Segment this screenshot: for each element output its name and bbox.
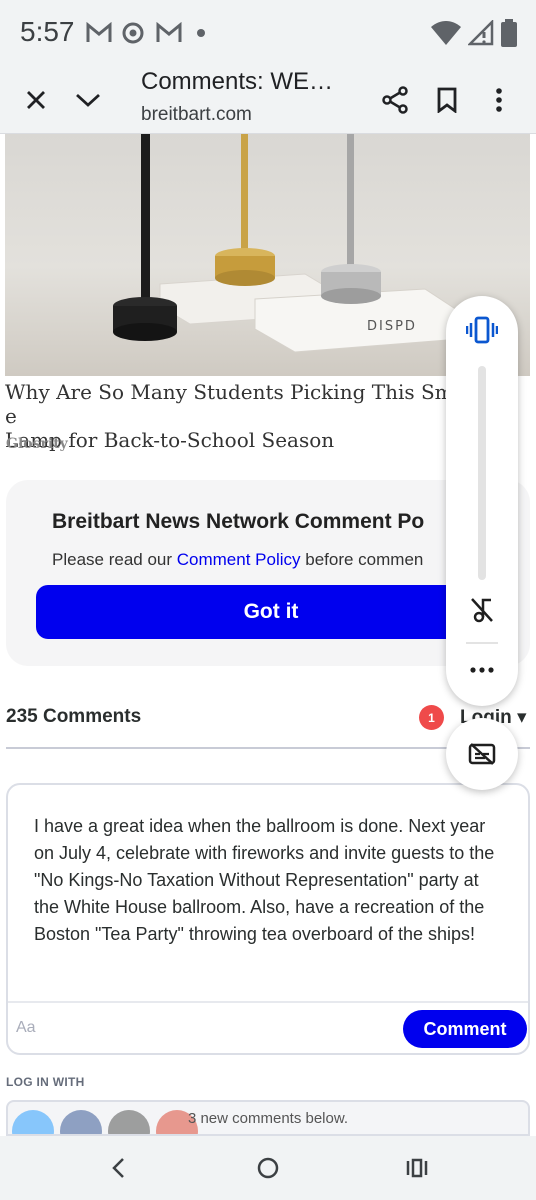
home-icon (257, 1157, 279, 1179)
volume-slider[interactable] (478, 366, 486, 580)
ad-title-line1-tail: e (5, 404, 17, 428)
editor-divider (8, 1001, 528, 1003)
ringer-mode-button[interactable] (458, 306, 506, 354)
dot-icon (197, 29, 205, 37)
bookmark-button[interactable] (425, 78, 469, 122)
comment-policy-link[interactable]: Comment Policy (177, 550, 301, 569)
ad-title-line1: Why Are So Many Students Picking This Sm… (5, 380, 466, 404)
captions-off-icon (468, 743, 496, 765)
system-nav-bar (0, 1136, 536, 1200)
policy-title: Breitbart News Network Comment Po (52, 510, 425, 533)
close-button[interactable] (14, 78, 58, 122)
nav-back-button[interactable] (100, 1150, 136, 1186)
comment-editor[interactable]: I have a great idea when the ballroom is… (6, 783, 530, 1055)
policy-text: Please read our Comment Policy before co… (52, 550, 423, 570)
volume-panel-divider (466, 642, 498, 644)
wifi-icon (431, 21, 461, 45)
text-format-button[interactable]: Aa (16, 1019, 36, 1037)
login-with-label: LOG IN WITH (6, 1075, 85, 1089)
share-button[interactable] (373, 78, 417, 122)
mute-media-button[interactable] (458, 586, 506, 634)
signal-icon (468, 20, 494, 46)
vibrate-icon (466, 316, 498, 344)
page-url: breitbart.com (141, 104, 252, 125)
live-caption-button[interactable] (446, 718, 518, 790)
new-comments-notice[interactable]: 3 new comments below. (8, 1110, 528, 1127)
chevron-down-icon (76, 93, 100, 107)
social-login-row: 3 new comments below. (6, 1100, 530, 1136)
ad-source: Glosrity (6, 436, 68, 452)
nav-home-button[interactable] (250, 1150, 286, 1186)
chrome-icon (122, 22, 144, 44)
battery-icon (501, 19, 517, 47)
music-off-icon (471, 598, 493, 623)
gmail-icon (156, 22, 182, 42)
notification-badge[interactable]: 1 (419, 705, 444, 730)
recents-icon (406, 1158, 428, 1178)
comment-count: 235 Comments (6, 706, 142, 727)
close-icon (27, 91, 45, 109)
more-horiz-icon (470, 667, 494, 673)
share-icon (382, 86, 408, 114)
volume-settings-button[interactable] (458, 646, 506, 694)
more-options-button[interactable] (477, 78, 521, 122)
status-time: 5:57 (20, 16, 75, 47)
bookmark-icon (437, 87, 457, 113)
more-vert-icon (496, 88, 502, 112)
got-it-button[interactable]: Got it (36, 585, 506, 639)
minimize-button[interactable] (66, 78, 110, 122)
status-bar: 5:57 (0, 0, 536, 66)
page-title: Comments: WE… (141, 68, 334, 95)
volume-panel (446, 296, 518, 706)
back-icon (112, 1158, 124, 1178)
custom-tab-toolbar: Comments: WE… breitbart.com (0, 66, 536, 134)
comment-text[interactable]: I have a great idea when the ballroom is… (34, 813, 504, 948)
submit-comment-button[interactable]: Comment (403, 1010, 527, 1048)
box-brand-text: DISPD (367, 319, 417, 334)
gmail-icon (86, 22, 112, 42)
policy-text-before: Please read our (52, 550, 177, 569)
policy-text-after: before commen (300, 550, 424, 569)
nav-recents-button[interactable] (399, 1150, 435, 1186)
